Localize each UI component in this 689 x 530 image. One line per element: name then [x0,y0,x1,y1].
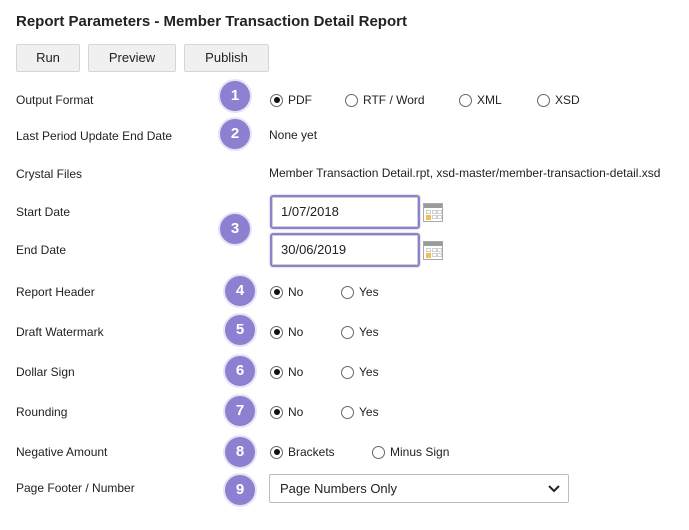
radio-label: No [288,325,304,339]
radio-label: XML [477,93,502,107]
output-format-label: Output Format [16,93,94,107]
calendar-icon[interactable] [423,241,443,260]
radio-unselected-icon [345,93,358,107]
last-period-value: None yet [269,128,318,142]
draft-watermark-yes-radio[interactable]: Yes [341,325,379,339]
dollar-sign-no-radio[interactable]: No [270,365,303,379]
chevron-down-icon [548,475,560,512]
output-format-xml-radio[interactable]: XML [459,93,502,107]
radio-label: Yes [359,365,379,379]
end-date-label: End Date [16,243,67,257]
radio-unselected-icon [341,405,354,419]
radio-unselected-icon [537,93,550,107]
start-date-input[interactable]: 1/07/2018 [270,195,420,229]
step-badge-8: 8 [225,437,255,467]
radio-label: Yes [359,285,379,299]
crystal-files-label: Crystal Files [16,167,83,181]
radio-unselected-icon [459,93,472,107]
dollar-sign-label: Dollar Sign [16,365,75,379]
radio-label: Brackets [288,445,335,459]
radio-selected-icon [270,93,283,107]
step-badge-3: 3 [220,214,250,244]
rounding-yes-radio[interactable]: Yes [341,405,379,419]
step-badge-5: 5 [225,315,255,345]
rounding-no-radio[interactable]: No [270,405,303,419]
radio-selected-icon [270,445,283,459]
run-button[interactable]: Run [16,44,80,72]
radio-label: Minus Sign [390,445,450,459]
start-date-label: Start Date [16,205,71,219]
report-header-yes-radio[interactable]: Yes [341,285,379,299]
page-footer-label: Page Footer / Number [16,481,135,495]
radio-label: Yes [359,325,379,339]
output-format-xsd-radio[interactable]: XSD [537,93,580,107]
radio-unselected-icon [341,285,354,299]
step-badge-2: 2 [220,119,250,149]
radio-label: PDF [288,93,312,107]
step-badge-7: 7 [225,396,255,426]
step-badge-6: 6 [225,356,255,386]
radio-label: RTF / Word [363,93,425,107]
report-header-label: Report Header [16,285,95,299]
draft-watermark-label: Draft Watermark [16,325,104,339]
negative-amount-label: Negative Amount [16,445,108,459]
radio-label: XSD [555,93,580,107]
radio-selected-icon [270,405,283,419]
crystal-files-value: Member Transaction Detail.rpt, xsd-maste… [269,166,661,180]
step-badge-4: 4 [225,276,255,306]
preview-button[interactable]: Preview [88,44,176,72]
radio-selected-icon [270,365,283,379]
negative-amount-brackets-radio[interactable]: Brackets [270,445,335,459]
page-title: Report Parameters - Member Transaction D… [16,13,407,30]
dollar-sign-yes-radio[interactable]: Yes [341,365,379,379]
radio-selected-icon [270,285,283,299]
rounding-label: Rounding [16,405,68,419]
publish-button[interactable]: Publish [184,44,269,72]
radio-selected-icon [270,325,283,339]
calendar-icon[interactable] [423,203,443,222]
radio-label: Yes [359,405,379,419]
page-footer-selected-value: Page Numbers Only [280,481,398,496]
step-badge-1: 1 [220,81,250,111]
page-footer-select[interactable]: Page Numbers Only [269,474,569,503]
radio-label: No [288,365,304,379]
draft-watermark-no-radio[interactable]: No [270,325,303,339]
radio-unselected-icon [372,445,385,459]
output-format-rtf-radio[interactable]: RTF / Word [345,93,425,107]
radio-label: No [288,285,304,299]
output-format-pdf-radio[interactable]: PDF [270,93,312,107]
radio-unselected-icon [341,325,354,339]
last-period-label: Last Period Update End Date [16,129,173,143]
end-date-input[interactable]: 30/06/2019 [270,233,420,267]
radio-label: No [288,405,304,419]
radio-unselected-icon [341,365,354,379]
negative-amount-minus-radio[interactable]: Minus Sign [372,445,449,459]
report-header-no-radio[interactable]: No [270,285,303,299]
step-badge-9: 9 [225,475,255,505]
